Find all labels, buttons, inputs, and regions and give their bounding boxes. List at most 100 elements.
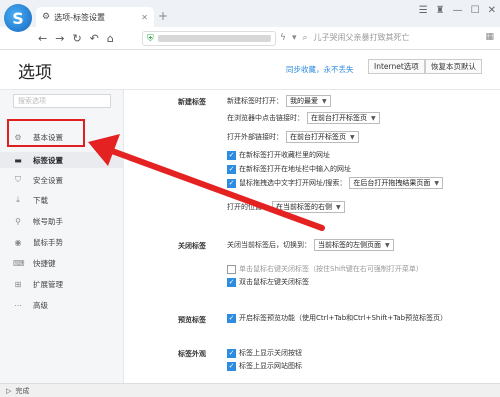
chevron-down-icon: ▼: [322, 97, 327, 105]
page-header: 选项 同步收藏，永不丢失 Internet选项 恢复本页默认: [0, 50, 500, 90]
tab-icon: ▬: [14, 155, 22, 165]
sidebar-item-label: 帐号助手: [33, 216, 63, 226]
drag-select[interactable]: 在后台打开拖拽结果页面 ▼: [349, 177, 443, 189]
tab-close-icon[interactable]: ✕: [141, 13, 148, 22]
tab-title: 选项-标签设置: [54, 12, 105, 22]
sync-link[interactable]: 同步收藏，永不丢失: [286, 64, 354, 75]
close-switch-select[interactable]: 当前标签的左侧页面 ▼: [314, 239, 394, 251]
sidebar-item-label: 安全设置: [33, 175, 63, 185]
home-icon[interactable]: ⌂: [107, 32, 114, 45]
apps-icon[interactable]: ▦: [485, 32, 494, 42]
lightning-icon[interactable]: ϟ: [280, 33, 286, 43]
checkbox-unchecked[interactable]: [227, 264, 236, 274]
internet-options-button[interactable]: Internet选项: [368, 59, 425, 74]
close-window-icon[interactable]: ✕: [488, 5, 496, 16]
cb-drag-row[interactable]: ✓ 鼠标拖拽选中文字打开网址/搜索： 在后台打开拖拽结果页面 ▼: [227, 177, 443, 189]
status-bar: ▷ 完成: [0, 383, 500, 397]
chevron-down-icon: ▼: [434, 179, 439, 187]
checkbox-checked[interactable]: ✓: [227, 313, 236, 323]
sidebar-item-label: 鼠标手势: [33, 237, 63, 247]
advanced-icon: ⋯: [14, 300, 22, 310]
cb-favorites-row[interactable]: ✓ 在新标签打开收藏栏里的网址: [227, 150, 330, 160]
cb-address-row[interactable]: ✓ 在新标签打开在地址栏中输入的网址: [227, 164, 351, 174]
keyboard-icon: ⌨: [13, 258, 25, 268]
menu-icon[interactable]: ☰: [419, 5, 428, 16]
title-bar: ⚙ 选项-标签设置 ✕ + ☰ ♜ — ☐ ✕: [0, 0, 500, 27]
checkbox-checked[interactable]: ✓: [227, 348, 236, 358]
open-position-select[interactable]: 在当前标签的右侧 ▼: [272, 201, 345, 213]
cb-show-close-row[interactable]: ✓ 标签上显示关闭按钮: [227, 348, 302, 358]
cb-preview-row[interactable]: ✓ 开启标签预览功能（使用Ctrl+Tab和Ctrl+Shift+Tab预览标签…: [227, 313, 447, 323]
new-tab-icon[interactable]: +: [158, 9, 168, 23]
checkbox-checked[interactable]: ✓: [227, 178, 236, 188]
checkbox-checked[interactable]: ✓: [227, 150, 236, 160]
cb-show-favicon-row[interactable]: ✓ 标签上显示网站图标: [227, 361, 302, 371]
key-icon: ⚲: [15, 216, 21, 226]
sidebar-item-gestures[interactable]: ◉ 鼠标手势: [13, 233, 123, 251]
tab-settings[interactable]: ⚙ 选项-标签设置 ✕: [36, 7, 154, 27]
forward-icon[interactable]: →: [55, 32, 64, 45]
sidebar-item-account[interactable]: ⚲ 帐号助手: [13, 212, 123, 230]
reload-icon[interactable]: ↻: [72, 32, 81, 45]
cb-double-click-close-row[interactable]: ✓ 双击鼠标左键关闭标签: [227, 277, 309, 287]
sidebar-item-extensions[interactable]: ⊞ 扩展管理: [13, 275, 123, 293]
gear-icon: ⚙: [42, 12, 51, 22]
external-link-row: 打开外部链接时： 在前台打开标签页 ▼: [227, 131, 359, 143]
chevron-down-icon: ▼: [336, 203, 341, 211]
open-position-label: 打开的位置：: [227, 203, 269, 211]
skin-icon[interactable]: ♜: [436, 5, 445, 16]
sidebar-item-label: 标签设置: [33, 155, 63, 165]
newtab-open-select[interactable]: 我的最爱 ▼: [286, 95, 331, 107]
extension-icon: ⊞: [14, 279, 22, 289]
link-click-select[interactable]: 在前台打开标签页 ▼: [307, 112, 380, 124]
section-close-tab: 关闭标签: [178, 242, 206, 250]
chevron-down-icon: ▼: [385, 241, 390, 249]
address-bar[interactable]: ⛨: [142, 31, 276, 46]
chevron-down-icon: ▼: [371, 114, 376, 122]
section-tab-appearance: 标签外观: [178, 350, 206, 358]
section-preview-tab: 预览标签: [178, 316, 206, 324]
mouse-icon: ◉: [14, 237, 22, 247]
address-text-blurred: [157, 35, 271, 42]
external-link-label: 打开外部链接时：: [227, 133, 283, 141]
undo-icon[interactable]: ↶: [90, 32, 99, 45]
browser-logo: S: [4, 4, 32, 32]
page-title: 选项: [18, 63, 52, 83]
maximize-icon[interactable]: ☐: [471, 5, 480, 16]
sidebar-item-download[interactable]: ⤓ 下载: [13, 191, 123, 209]
checkbox-checked[interactable]: ✓: [227, 361, 236, 371]
link-click-row: 在浏览器中点击链接时： 在前台打开标签页 ▼: [227, 112, 380, 124]
link-click-label: 在浏览器中点击链接时：: [227, 114, 304, 122]
cb-right-click-close-row[interactable]: 单击鼠标右键关闭标签（按住Shift键在右可强制打开菜单）: [227, 264, 423, 274]
checkbox-checked[interactable]: ✓: [227, 277, 236, 287]
section-new-tab: 新建标签: [178, 98, 206, 106]
checkbox-checked[interactable]: ✓: [227, 164, 236, 174]
toolbar-extras: ϟ ▾ ⌕ 儿子哭闹父亲暴打致其死亡: [280, 32, 410, 43]
dropdown-icon[interactable]: ▾: [292, 33, 297, 43]
restore-defaults-button[interactable]: 恢复本页默认: [425, 59, 482, 74]
shield-icon: ⛉: [15, 175, 21, 184]
status-text: 完成: [15, 386, 30, 395]
newtab-open-label: 新建标签时打开：: [227, 97, 283, 105]
minimize-icon[interactable]: —: [453, 5, 463, 16]
open-position-row: 打开的位置： 在当前标签的右侧 ▼: [227, 201, 345, 213]
sidebar-item-security[interactable]: ⛉ 安全设置: [13, 171, 123, 189]
sidebar-item-advanced[interactable]: ⋯ 高级: [13, 296, 123, 314]
settings-content: 新建标签 新建标签时打开： 我的最爱 ▼ 在浏览器中点击链接时： 在前台打开标签页…: [124, 90, 500, 383]
annotation-highlight-box: [7, 119, 85, 147]
back-icon[interactable]: ←: [38, 32, 47, 45]
sidebar-item-label: 快捷键: [33, 258, 56, 268]
close-switch-row: 关闭当前标签后，切换到： 当前标签的左侧页面 ▼: [227, 239, 394, 251]
external-link-select[interactable]: 在前台打开标签页 ▼: [286, 131, 359, 143]
chevron-down-icon: ▼: [350, 133, 355, 141]
search-icon[interactable]: ⌕: [302, 33, 307, 43]
security-shield-icon: ⛨: [147, 33, 154, 44]
news-ticker[interactable]: 儿子哭闹父亲暴打致其死亡: [314, 32, 410, 43]
sidebar-item-shortcuts[interactable]: ⌨ 快捷键: [13, 254, 123, 272]
sidebar-item-tabs[interactable]: ▬ 标签设置: [13, 151, 123, 169]
sidebar-item-label: 下载: [33, 195, 48, 205]
toolbar: ← → ↻ ↶ ⌂ ⛨ ϟ ▾ ⌕ 儿子哭闹父亲暴打致其死亡 ▦: [0, 27, 500, 50]
search-input[interactable]: 搜索选项: [13, 94, 111, 108]
page-status-icon: ▷: [6, 386, 12, 395]
sidebar-item-label: 扩展管理: [33, 279, 63, 289]
